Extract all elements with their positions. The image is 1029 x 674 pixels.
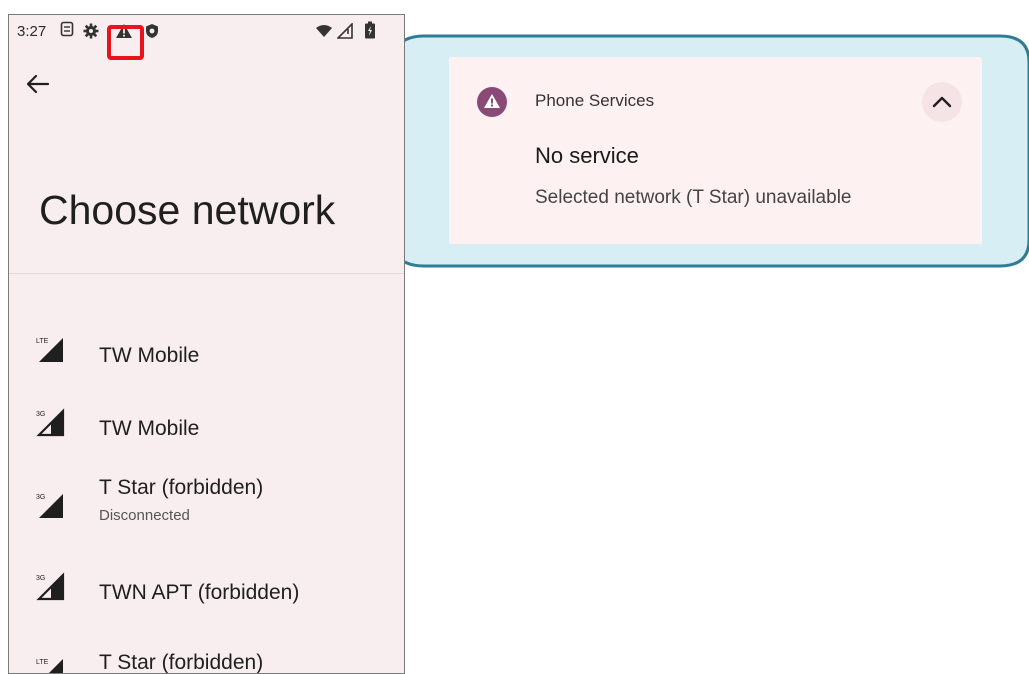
notification-app-name: Phone Services [535,91,655,110]
arrow-back-icon[interactable] [23,69,53,99]
phone-screen: 3:27 Choose network LTE TW Mobile 3G TW … [8,14,405,674]
svg-text:LTE: LTE [36,338,49,345]
network-name: T Star (forbidden) [99,651,264,674]
chevron-up-icon[interactable] [922,82,962,122]
notification-title: No service [535,143,639,168]
sim-icon [60,21,74,37]
notification-text: Selected network (T Star) unavailable [535,187,852,208]
divider [9,273,404,274]
signal-3g-icon: 3G [36,408,65,437]
alert-highlight-box [107,25,144,60]
alert-icon [477,87,507,117]
signal-lte-icon: LTE [36,338,63,362]
signal-lte-icon: LTE [36,659,63,673]
svg-text:LTE: LTE [36,659,49,666]
status-bar: 3:27 [9,15,404,49]
network-status: Disconnected [99,507,190,524]
wifi-icon [316,25,332,37]
network-item-tw-mobile-lte[interactable]: LTE TW Mobile [9,322,404,382]
status-time: 3:27 [17,23,47,40]
notification-card[interactable]: Phone Services No service Selected netwo… [449,57,982,244]
battery-icon [365,21,375,39]
svg-text:3G: 3G [36,494,45,501]
network-name: TW Mobile [99,344,200,367]
settings-icon [83,23,99,39]
network-item-tw-mobile-3g[interactable]: 3G TW Mobile [9,395,404,455]
network-item-t-star-3g[interactable]: 3G T Star (forbidden) Disconnected [9,472,404,542]
network-name: T Star (forbidden) [99,476,264,499]
shield-icon [146,24,158,38]
svg-text:3G: 3G [36,411,45,418]
signal-icon [337,23,353,39]
signal-3g-icon: 3G [36,572,65,601]
svg-text:3G: 3G [36,575,45,582]
network-item-t-star-lte[interactable]: LTE T Star (forbidden) [9,629,404,674]
page-title: Choose network [39,187,336,233]
network-name: TW Mobile [99,417,200,440]
signal-3g-icon: 3G [36,494,63,518]
network-name: TWN APT (forbidden) [99,581,300,604]
network-item-twn-apt-3g[interactable]: 3G TWN APT (forbidden) [9,559,404,619]
